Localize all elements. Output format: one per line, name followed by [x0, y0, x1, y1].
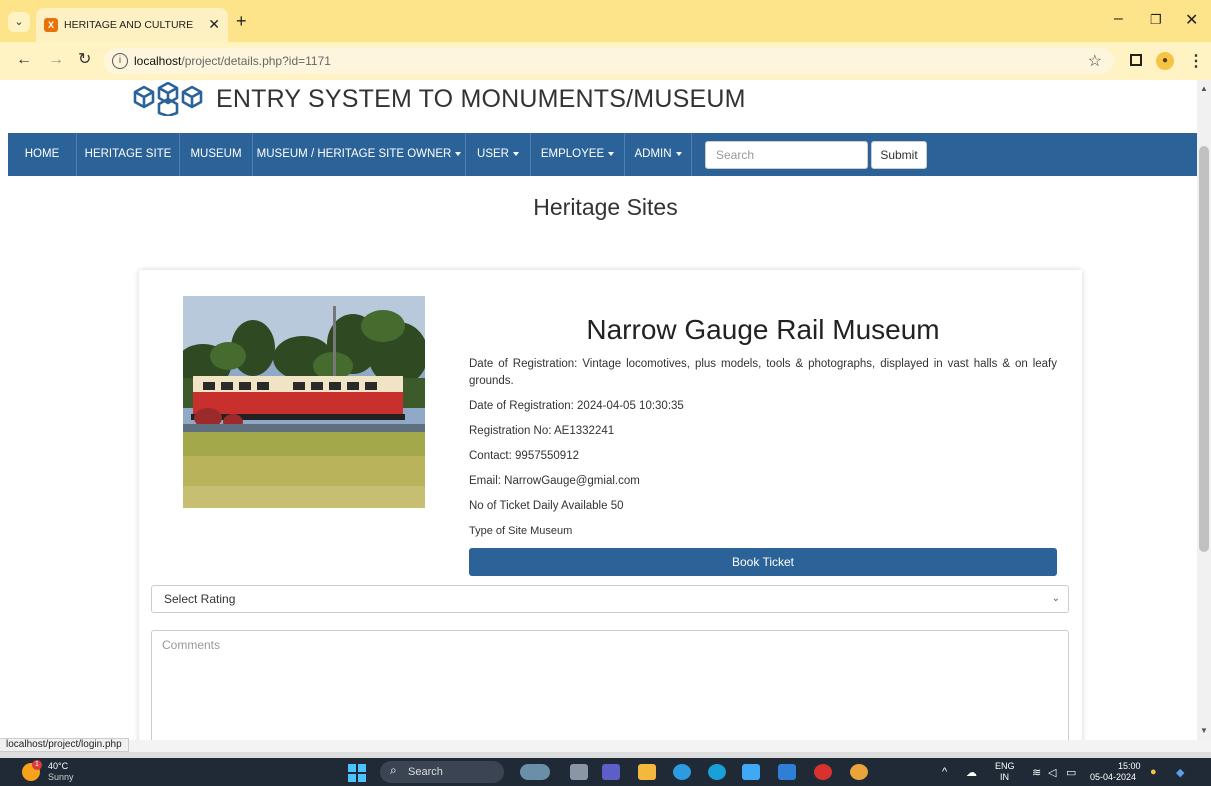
edge-icon[interactable] — [708, 764, 726, 780]
battery-icon[interactable]: ▭ — [1066, 766, 1076, 779]
weather-temperature: 40°C — [48, 761, 69, 771]
vertical-scrollbar[interactable]: ▲ ▼ — [1197, 80, 1211, 740]
new-tab-icon[interactable]: + — [236, 12, 247, 30]
menu-kebab-icon[interactable]: ⋮ — [1188, 51, 1204, 71]
url-path: /project/details.php?id=1171 — [181, 54, 331, 68]
nav-museum-label: MUSEUM — [190, 148, 242, 160]
nav-heritage-site[interactable]: HERITAGE SITE — [76, 133, 179, 176]
search-icon: ⌕ — [390, 763, 397, 777]
site-info-icon[interactable]: i — [112, 53, 128, 69]
side-panel-icon[interactable] — [1130, 54, 1142, 66]
url-text: localhost/project/details.php?id=1171 — [134, 54, 331, 68]
site-photo — [183, 296, 425, 508]
wifi-icon[interactable]: ≋ — [1032, 766, 1041, 779]
weather-description: Sunny — [48, 772, 74, 782]
mysql-workbench-icon[interactable] — [778, 764, 796, 780]
copilot-tray-icon[interactable]: ◆ — [1176, 766, 1184, 779]
site-logo[interactable]: ENTRY SYSTEM TO MONUMENTS/MUSEUM — [132, 82, 746, 116]
chrome-icon[interactable] — [850, 764, 868, 780]
address-bar[interactable]: i localhost/project/details.php?id=1171 … — [104, 48, 1114, 74]
caret-down-icon — [608, 151, 615, 156]
site-title: ENTRY SYSTEM TO MONUMENTS/MUSEUM — [216, 84, 746, 113]
nav-owner-dropdown[interactable]: MUSEUM / HERITAGE SITE OWNER — [252, 133, 465, 176]
tab-close-icon[interactable]: ✕ — [208, 16, 220, 33]
minimize-icon[interactable]: – — [1114, 10, 1123, 28]
windows-taskbar: 1 40°C Sunny ⌕ Search ^ ☁ ENG IN ≋ ◁ ▭ 1… — [0, 758, 1211, 786]
back-icon[interactable]: ← — [16, 51, 32, 69]
nav-admin-dropdown[interactable]: ADMIN — [624, 133, 692, 176]
rating-select[interactable]: Select Rating ⌄ — [151, 585, 1069, 613]
nav-heritage-site-label: HERITAGE SITE — [84, 148, 172, 160]
contact-number: Contact: 9957550912 — [469, 450, 579, 462]
nav-home[interactable]: HOME — [8, 133, 76, 176]
clock-date[interactable]: 05-04-2024 — [1090, 772, 1136, 782]
scroll-up-icon[interactable]: ▲ — [1200, 84, 1208, 93]
daily-ticket-count: No of Ticket Daily Available 50 — [469, 500, 624, 512]
museum-name: Narrow Gauge Rail Museum — [586, 314, 940, 345]
site-type: Type of Site Museum — [469, 525, 573, 537]
restore-icon[interactable]: ❐ — [1150, 12, 1162, 28]
browser-tab[interactable]: X HERITAGE AND CULTURE TICKE ✕ — [36, 8, 228, 42]
clock-time[interactable]: 15:00 — [1118, 761, 1141, 771]
task-view-icon[interactable] — [570, 764, 588, 780]
forward-icon[interactable]: → — [48, 51, 64, 69]
tray-chevron-up-icon[interactable]: ^ — [942, 766, 947, 778]
chevron-down-icon: ⌄ — [1051, 593, 1060, 604]
copilot-icon[interactable] — [673, 764, 691, 780]
language-indicator-bottom[interactable]: IN — [1000, 772, 1009, 782]
window-close-icon[interactable]: ✕ — [1185, 10, 1198, 30]
windows-start-icon[interactable] — [348, 764, 366, 782]
language-indicator-top[interactable]: ENG — [995, 761, 1015, 771]
tab-title: HERITAGE AND CULTURE TICKE — [64, 19, 194, 31]
url-host: localhost — [134, 54, 182, 68]
caret-down-icon — [512, 151, 519, 156]
wps-office-icon[interactable] — [814, 764, 832, 780]
bookmark-star-icon[interactable]: ☆ — [1088, 51, 1102, 71]
submit-button[interactable]: Submit — [871, 141, 927, 169]
weather-badge: 1 — [32, 760, 42, 770]
nav-owner-label: MUSEUM / HERITAGE SITE OWNER — [256, 148, 452, 160]
teams-icon[interactable] — [602, 764, 620, 780]
main-navbar: HOME HERITAGE SITE MUSEUM MUSEUM / HERIT… — [8, 133, 1197, 176]
xampp-favicon-icon: X — [44, 18, 58, 32]
profile-avatar-icon[interactable]: ● — [1156, 52, 1174, 70]
nav-employee-dropdown[interactable]: EMPLOYEE — [530, 133, 624, 176]
browser-toolbar: ← → ↻ i localhost/project/details.php?id… — [0, 42, 1211, 80]
nav-user-dropdown[interactable]: USER — [465, 133, 530, 176]
widget-icon[interactable] — [520, 764, 550, 780]
tab-search-icon[interactable]: ⌄ — [8, 12, 30, 32]
caret-down-icon — [455, 151, 462, 156]
nav-employee-label: EMPLOYEE — [540, 148, 605, 160]
page-title: Heritage Sites — [533, 194, 678, 220]
store-icon[interactable] — [742, 764, 760, 780]
status-bar-url: localhost/project/login.php — [0, 738, 129, 752]
email-address: Email: NarrowGauge@gmial.com — [469, 475, 640, 487]
taskbar-search-label: Search — [408, 766, 443, 778]
book-ticket-button[interactable]: Book Ticket — [469, 548, 1057, 576]
reload-icon[interactable]: ↻ — [78, 51, 91, 69]
nav-user-label: USER — [477, 148, 509, 160]
taskbar-search[interactable]: ⌕ Search — [380, 761, 504, 783]
registration-date: Date of Registration: 2024-04-05 10:30:3… — [469, 400, 684, 412]
caret-down-icon — [675, 151, 682, 156]
scroll-down-icon[interactable]: ▼ — [1200, 726, 1208, 735]
registration-number: Registration No: AE1332241 — [469, 425, 615, 437]
file-explorer-icon[interactable] — [638, 764, 656, 780]
onedrive-cloud-icon[interactable]: ☁ — [966, 766, 977, 779]
browser-tab-bar: ⌄ X HERITAGE AND CULTURE TICKE ✕ + – ❐ ✕ — [0, 0, 1211, 42]
cubes-logo-icon — [133, 82, 203, 116]
site-description: Date of Registration: Vintage locomotive… — [469, 358, 1057, 387]
nav-home-label: HOME — [24, 148, 60, 160]
comments-textarea[interactable] — [151, 630, 1069, 740]
page-viewport: ENTRY SYSTEM TO MONUMENTS/MUSEUM HOME HE… — [0, 80, 1197, 740]
rating-select-value: Select Rating — [164, 592, 236, 606]
scroll-thumb[interactable] — [1199, 146, 1209, 552]
volume-icon[interactable]: ◁ — [1048, 766, 1056, 779]
nav-admin-label: ADMIN — [634, 148, 672, 160]
nav-museum[interactable]: MUSEUM — [179, 133, 252, 176]
site-detail-card: Narrow Gauge Rail Museum Date of Registr… — [139, 270, 1082, 740]
notification-bell-icon[interactable]: ● — [1150, 766, 1157, 778]
search-input[interactable] — [705, 141, 868, 169]
